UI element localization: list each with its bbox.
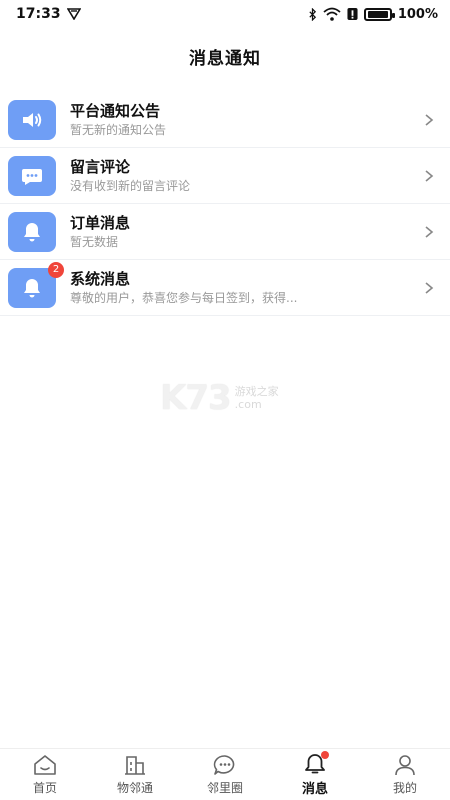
status-time: 17:33 — [16, 6, 61, 22]
unread-badge: 2 — [48, 261, 64, 278]
alert-icon — [347, 8, 358, 20]
item-title: 系统消息 — [70, 269, 131, 288]
battery-icon — [363, 7, 395, 21]
message-list: 平台通知公告 暂无新的通知公告 留言评论 没有收到新的留言评论 订单消息 暂无数… — [0, 92, 450, 316]
tab-home[interactable]: 首页 — [5, 753, 85, 796]
tab-label: 我的 — [392, 781, 417, 795]
status-bar: 17:33 100% — [0, 0, 450, 28]
item-text: 平台通知公告 暂无新的通知公告 — [70, 101, 422, 139]
list-item-platform-notice[interactable]: 平台通知公告 暂无新的通知公告 — [0, 92, 450, 148]
status-right: 100% — [308, 7, 438, 22]
watermark-logo: K73 — [160, 378, 232, 418]
chevron-right-icon — [425, 225, 434, 238]
item-text: 留言评论 没有收到新的留言评论 — [70, 157, 422, 195]
item-subtitle: 暂无新的通知公告 — [70, 122, 167, 137]
bell-icon — [24, 278, 40, 297]
item-icon-wrapper: 2 — [8, 261, 64, 308]
item-icon-wrapper — [8, 155, 56, 196]
item-icon-wrapper — [8, 211, 56, 252]
tab-neighbor-service[interactable]: 物邻通 — [95, 753, 175, 796]
tab-messages[interactable]: 消息 — [275, 751, 355, 797]
speaker-icon — [23, 112, 42, 127]
chevron-right-icon — [425, 281, 434, 294]
chevron-right-icon — [425, 169, 434, 182]
notification-shield-icon — [66, 8, 81, 20]
tab-label: 首页 — [32, 781, 57, 795]
list-item-order-messages[interactable]: 订单消息 暂无数据 — [0, 204, 450, 260]
header: 消息通知 — [0, 28, 450, 84]
chat-bubble-icon — [22, 168, 42, 185]
watermark-line2: .com — [234, 398, 262, 411]
item-subtitle: 尊敬的用户，恭喜您参与每日签到，获得... — [70, 290, 298, 305]
item-subtitle: 暂无数据 — [70, 234, 119, 249]
tab-label: 消息 — [301, 782, 328, 797]
watermark-text: 游戏之家 .com — [235, 385, 279, 411]
tab-profile[interactable]: 我的 — [365, 753, 445, 796]
item-title: 订单消息 — [70, 213, 131, 232]
list-item-system-messages[interactable]: 2 系统消息 尊敬的用户，恭喜您参与每日签到，获得... — [0, 260, 450, 316]
item-title: 平台通知公告 — [70, 101, 161, 120]
user-icon — [395, 755, 415, 776]
battery-level: 100% — [397, 6, 438, 22]
chat-icon — [213, 755, 235, 775]
item-text: 系统消息 尊敬的用户，恭喜您参与每日签到，获得... — [70, 269, 422, 307]
home-icon — [34, 755, 56, 775]
building-icon — [125, 756, 145, 775]
tab-label: 物邻通 — [116, 781, 153, 795]
watermark-line1: 游戏之家 — [234, 385, 279, 398]
page-title: 消息通知 — [189, 48, 261, 69]
chevron-right-icon — [425, 113, 434, 126]
bluetooth-icon — [309, 7, 316, 21]
item-title: 留言评论 — [70, 157, 131, 176]
item-text: 订单消息 暂无数据 — [70, 213, 422, 251]
bottom-tab-bar: 首页 物邻通 邻里圈 消息 我的 — [0, 748, 450, 800]
bell-icon — [24, 222, 40, 241]
list-item-comments[interactable]: 留言评论 没有收到新的留言评论 — [0, 148, 450, 204]
tab-label: 邻里圈 — [206, 781, 243, 795]
item-icon-wrapper — [8, 99, 56, 140]
tab-notification-dot — [321, 751, 329, 759]
tab-neighborhood-circle[interactable]: 邻里圈 — [185, 753, 265, 796]
wifi-icon — [323, 7, 341, 21]
item-subtitle: 没有收到新的留言评论 — [70, 178, 191, 193]
status-left: 17:33 — [16, 6, 81, 22]
watermark: K73 游戏之家 .com — [160, 378, 300, 418]
